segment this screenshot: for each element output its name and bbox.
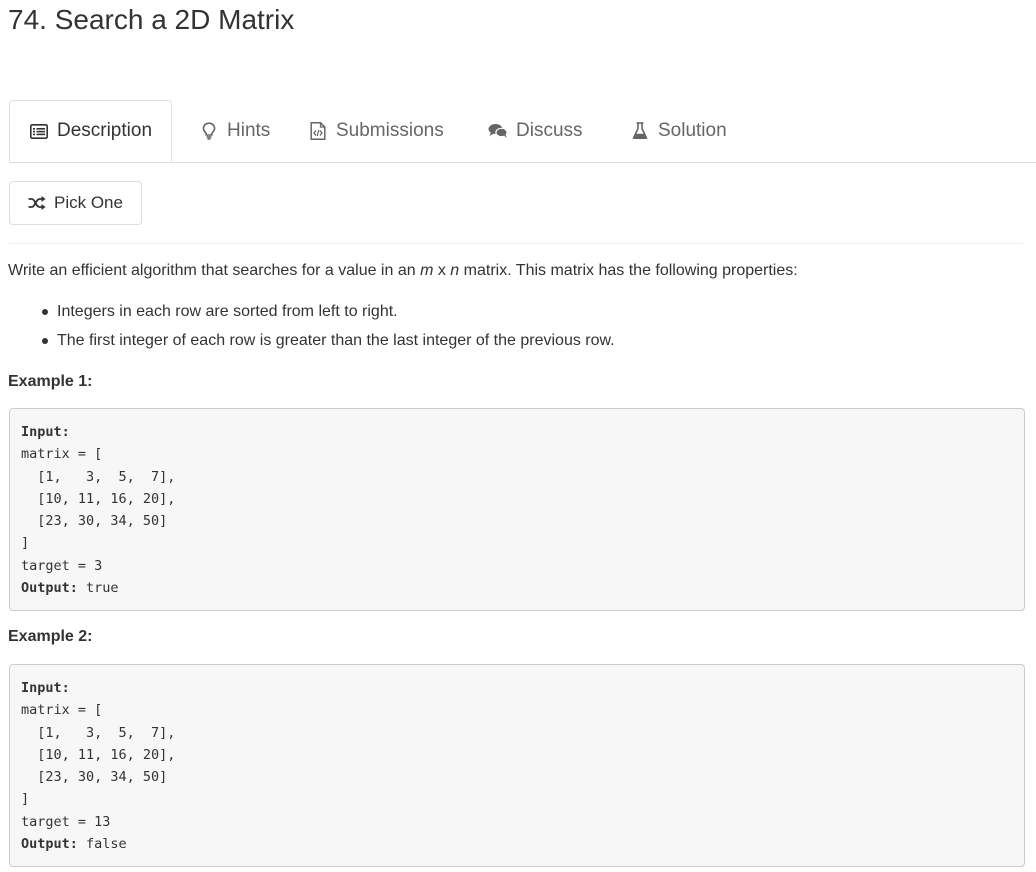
code-line: [10, 11, 16, 20], <box>21 490 176 507</box>
example-1-heading: Example 1: <box>8 373 93 390</box>
variable-m: m <box>420 262 434 279</box>
shuffle-icon <box>28 196 46 210</box>
code-line: [1, 3, 5, 7], <box>21 468 176 485</box>
variable-n: n <box>450 262 460 279</box>
list-item: The first integer of each row is greater… <box>42 331 615 360</box>
divider <box>9 243 1023 244</box>
tab-submissions[interactable]: Submissions <box>308 100 444 162</box>
times-symbol: x <box>433 262 451 279</box>
code-line: Input: <box>21 424 70 440</box>
code-line: [23, 30, 34, 50] <box>21 513 168 530</box>
code-line: matrix = [ <box>21 702 103 719</box>
code-line: target = 13 <box>21 813 111 830</box>
list-item: Integers in each row are sorted from lef… <box>42 302 615 331</box>
tab-solution-label: Solution <box>658 120 727 141</box>
code-line: target = 3 <box>21 557 103 574</box>
tab-description[interactable]: Description <box>9 100 172 162</box>
description-text-end: matrix. This matrix has the following pr… <box>459 262 798 279</box>
code-file-icon <box>308 121 328 141</box>
pick-one-label: Pick One <box>54 193 123 212</box>
tab-bar: Description Hints Submissions Discuss So… <box>9 100 1036 163</box>
code-line: [1, 3, 5, 7], <box>21 724 176 741</box>
code-line: ] <box>21 791 30 808</box>
tab-hints-label: Hints <box>227 120 271 141</box>
code-line: ] <box>21 535 30 552</box>
code-line: [10, 11, 16, 20], <box>21 746 176 763</box>
code-line: Output: true <box>21 580 119 597</box>
code-line: Input: <box>21 680 70 696</box>
tab-hints[interactable]: Hints <box>199 100 270 162</box>
tab-submissions-label: Submissions <box>336 120 444 141</box>
tab-discuss-label: Discuss <box>516 120 583 141</box>
tab-discuss[interactable]: Discuss <box>488 100 583 162</box>
tab-description-label: Description <box>56 120 153 141</box>
list-icon <box>29 121 49 141</box>
lightbulb-icon <box>199 121 219 141</box>
example-2-code-block: Input: matrix = [ [1, 3, 5, 7], [10, 11,… <box>9 664 1025 867</box>
code-line: Output: false <box>21 836 127 853</box>
page-title: 74. Search a 2D Matrix <box>8 4 295 35</box>
flask-icon <box>630 121 650 141</box>
pick-one-button[interactable]: Pick One <box>9 181 142 225</box>
properties-list: Integers in each row are sorted from lef… <box>42 302 615 360</box>
code-line: [23, 30, 34, 50] <box>21 769 168 786</box>
description-text: Write an efficient algorithm that search… <box>8 262 421 279</box>
comments-icon <box>488 121 508 141</box>
example-2-heading: Example 2: <box>8 628 93 645</box>
tab-solution[interactable]: Solution <box>630 100 727 162</box>
code-line: matrix = [ <box>21 446 103 463</box>
problem-description: Write an efficient algorithm that search… <box>8 261 798 281</box>
example-1-code-block: Input: matrix = [ [1, 3, 5, 7], [10, 11,… <box>9 408 1025 611</box>
